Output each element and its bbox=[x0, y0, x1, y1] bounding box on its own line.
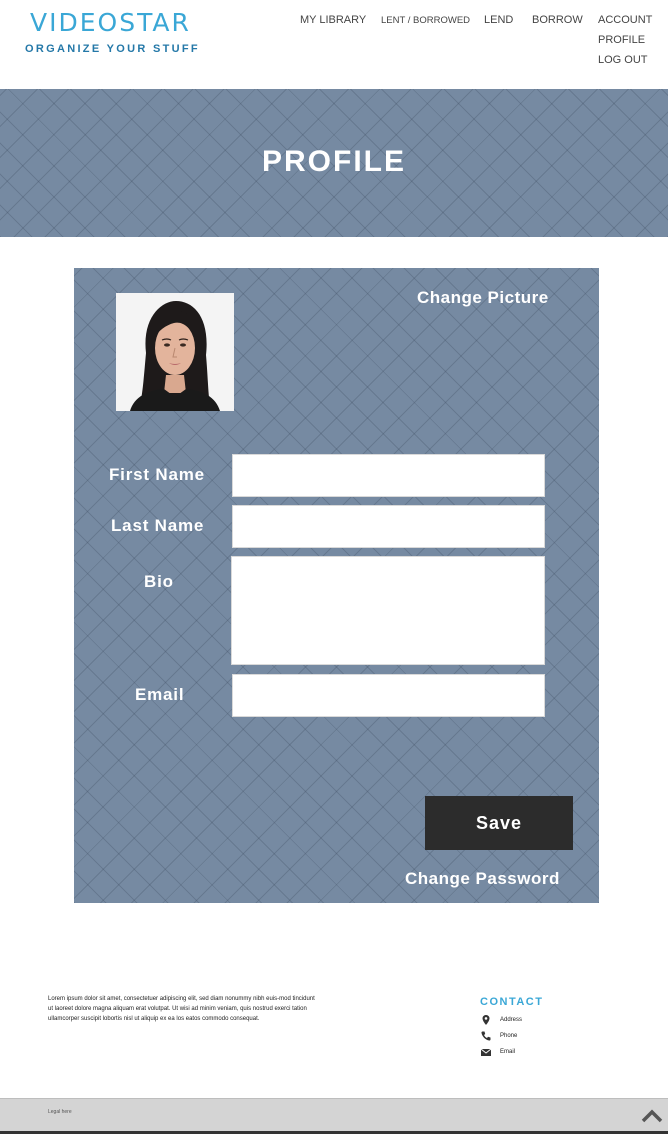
first-name-label: First Name bbox=[109, 465, 205, 484]
contact-address-row: Address bbox=[480, 1014, 522, 1026]
scroll-to-top-button[interactable] bbox=[640, 1106, 664, 1124]
change-password-link[interactable]: Change Password bbox=[405, 869, 560, 889]
footer-bar bbox=[0, 1098, 668, 1134]
person-avatar-icon bbox=[116, 293, 234, 411]
footer-description: Lorem ipsum dolor sit amet, consectetuer… bbox=[48, 996, 315, 1022]
page-title: PROFILE bbox=[261, 145, 406, 178]
email-label: Email bbox=[135, 685, 185, 704]
nav-profile[interactable]: PROFILE bbox=[598, 34, 645, 46]
last-name-label: Last Name bbox=[111, 516, 205, 535]
chevron-up-icon bbox=[641, 1109, 663, 1123]
change-picture-link[interactable]: Change Picture bbox=[417, 288, 549, 308]
last-name-input[interactable] bbox=[232, 505, 545, 548]
tagline: ORGANIZE YOUR STUFF bbox=[25, 43, 200, 55]
logo[interactable]: VIDEOSTAR bbox=[30, 8, 191, 37]
contact-email: Email bbox=[500, 1049, 516, 1055]
nav-borrow[interactable]: BORROW bbox=[532, 14, 583, 26]
nav-lend[interactable]: LEND bbox=[484, 14, 513, 26]
first-name-input[interactable] bbox=[232, 454, 545, 497]
contact-phone-row: Phone bbox=[480, 1030, 517, 1042]
contact-heading: CONTACT bbox=[480, 996, 544, 1008]
nav-lent-borrowed[interactable]: LENT / BORROWED bbox=[381, 15, 470, 26]
contact-email-row: Email bbox=[480, 1046, 515, 1058]
contact-phone: Phone bbox=[500, 1033, 518, 1039]
map-pin-icon bbox=[482, 1015, 490, 1025]
bio-textarea[interactable] bbox=[231, 556, 545, 665]
contact-address: Address bbox=[500, 1017, 523, 1023]
profile-picture[interactable] bbox=[116, 293, 234, 411]
phone-icon bbox=[481, 1031, 491, 1041]
nav-my-library[interactable]: MY LIBRARY bbox=[300, 14, 366, 26]
nav-account[interactable]: ACCOUNT bbox=[598, 14, 652, 26]
legal-text: Legal here bbox=[48, 1109, 72, 1115]
save-button[interactable]: Save bbox=[425, 796, 573, 850]
nav-logout[interactable]: LOG OUT bbox=[598, 54, 648, 66]
envelope-icon bbox=[480, 1048, 492, 1056]
email-input[interactable] bbox=[232, 674, 545, 717]
bio-label: Bio bbox=[144, 572, 174, 591]
